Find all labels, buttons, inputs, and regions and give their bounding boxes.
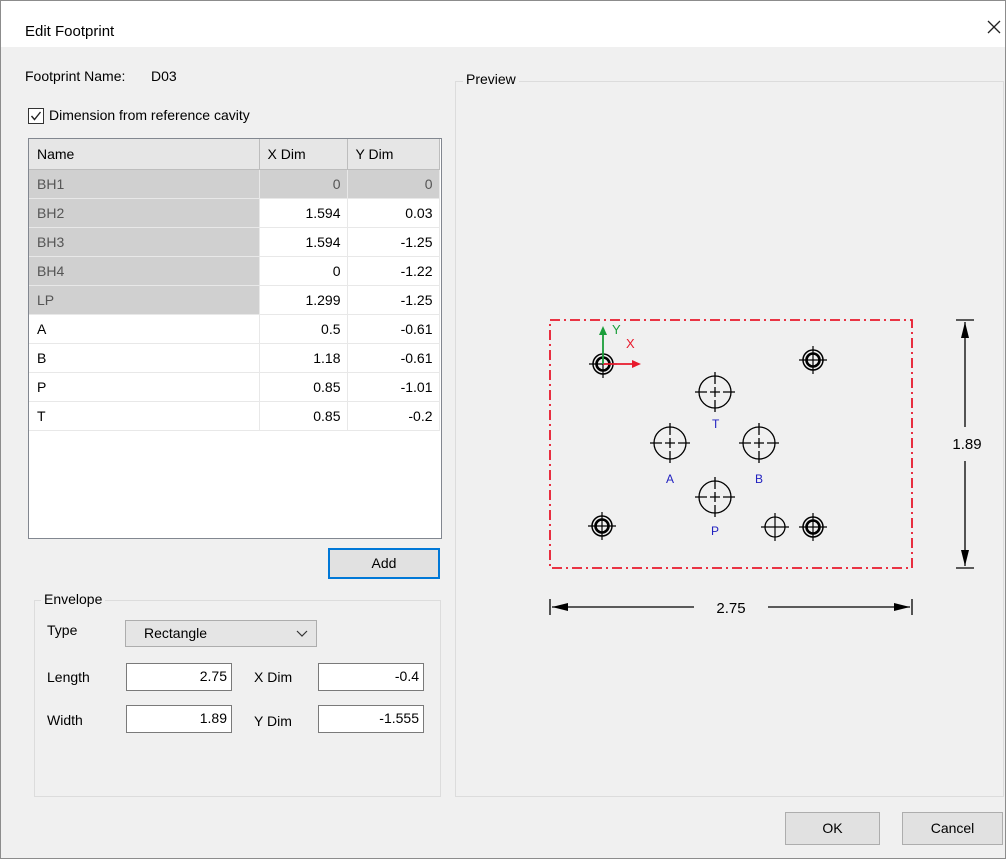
cell-name[interactable]: T [29, 401, 260, 431]
table-row[interactable]: BH1 0 0 [29, 169, 440, 199]
cavity-p-icon [694, 476, 736, 518]
cell-y-dim[interactable]: 0.03 [347, 198, 440, 228]
x-dim-input[interactable]: -0.4 [318, 663, 424, 691]
cell-y-dim[interactable]: 0 [347, 169, 440, 199]
cavity-b-icon [738, 422, 780, 464]
header-y-dim[interactable]: Y Dim [347, 139, 440, 170]
width-input[interactable]: 1.89 [126, 705, 232, 733]
footprint-preview-canvas: T A B P X Y 2.75 1.89 [549, 319, 982, 617]
bh2-hole-icon [797, 344, 829, 376]
cell-x-dim[interactable]: 1.299 [259, 285, 348, 315]
window-title: Edit Footprint [25, 23, 115, 40]
preview-group-label: Preview [463, 71, 519, 87]
envelope-group-label: Envelope [41, 591, 106, 607]
y-dim-label: Y Dim [254, 713, 292, 729]
table-row[interactable]: LP 1.299 -1.25 [29, 285, 440, 315]
cavity-grid[interactable]: Name X Dim Y Dim BH1 0 0 BH2 1.594 0.03 … [28, 138, 442, 539]
cell-x-dim[interactable]: 1.594 [259, 198, 348, 228]
chevron-down-icon [296, 630, 308, 637]
cell-x-dim[interactable]: 0.5 [259, 314, 348, 344]
header-name[interactable]: Name [29, 139, 260, 170]
length-input[interactable]: 2.75 [126, 663, 232, 691]
table-row[interactable]: A 0.5 -0.61 [29, 314, 440, 344]
cell-name[interactable]: P [29, 372, 260, 402]
lp-cavity-icon [760, 512, 790, 542]
cell-x-dim[interactable]: 1.18 [259, 343, 348, 373]
cell-name[interactable]: BH4 [29, 256, 260, 286]
length-dimension-value: 2.75 [716, 600, 745, 617]
cell-x-dim[interactable]: 0 [259, 256, 348, 286]
y-axis-label: Y [612, 322, 621, 337]
cavity-table: Name X Dim Y Dim BH1 0 0 BH2 1.594 0.03 … [29, 139, 440, 431]
cell-name[interactable]: BH1 [29, 169, 260, 199]
add-button[interactable]: Add [328, 548, 440, 579]
preview-group: T A B P X Y 2.75 1.89 [455, 81, 1004, 797]
table-row[interactable]: T 0.85 -0.2 [29, 401, 440, 431]
cell-y-dim[interactable]: -1.22 [347, 256, 440, 286]
type-select-value: Rectangle [144, 625, 208, 641]
grid-header-row: Name X Dim Y Dim [29, 139, 440, 170]
table-row[interactable]: BH2 1.594 0.03 [29, 198, 440, 228]
cell-y-dim[interactable]: -1.25 [347, 285, 440, 315]
cell-name[interactable]: LP [29, 285, 260, 315]
cavity-label-p: P [711, 524, 719, 538]
cell-y-dim[interactable]: -0.61 [347, 314, 440, 344]
cell-x-dim[interactable]: 0 [259, 169, 348, 199]
x-dim-label: X Dim [254, 669, 293, 685]
cancel-button[interactable]: Cancel [902, 812, 1003, 845]
cell-x-dim[interactable]: 0.85 [259, 401, 348, 431]
table-row[interactable]: P 0.85 -1.01 [29, 372, 440, 402]
cell-y-dim[interactable]: -0.2 [347, 401, 440, 431]
cavity-label-t: T [712, 417, 720, 431]
cell-y-dim[interactable]: -0.61 [347, 343, 440, 373]
title-bar: Edit Footprint [1, 1, 1005, 47]
close-icon[interactable] [983, 16, 1005, 38]
cavity-label-b: B [755, 472, 763, 486]
cell-name[interactable]: A [29, 314, 260, 344]
cell-x-dim[interactable]: 0.85 [259, 372, 348, 402]
cavity-t-icon [694, 371, 736, 413]
x-axis-arrowhead [632, 360, 641, 368]
length-label: Length [47, 669, 90, 685]
cell-name[interactable]: BH3 [29, 227, 260, 257]
cell-y-dim[interactable]: -1.01 [347, 372, 440, 402]
ok-button[interactable]: OK [785, 812, 880, 845]
table-row[interactable]: BH4 0 -1.22 [29, 256, 440, 286]
dimension-reference-label[interactable]: Dimension from reference cavity [49, 107, 250, 123]
footprint-name-value: D03 [151, 68, 177, 84]
checkmark-icon [30, 111, 42, 121]
y-axis-arrowhead [599, 326, 607, 335]
dimension-reference-checkbox[interactable] [28, 108, 44, 124]
cell-y-dim[interactable]: -1.25 [347, 227, 440, 257]
bh4-hole-icon [586, 510, 618, 542]
bh3-hole-icon [797, 511, 829, 543]
y-dim-input[interactable]: -1.555 [318, 705, 424, 733]
cavity-a-icon [649, 422, 691, 464]
footprint-name-label: Footprint Name: [25, 68, 126, 84]
edit-footprint-dialog: Edit Footprint Footprint Name: D03 Dimen… [0, 0, 1006, 859]
x-axis-label: X [626, 336, 635, 351]
type-select[interactable]: Rectangle [125, 620, 317, 647]
width-dimension-value: 1.89 [952, 436, 981, 453]
cell-x-dim[interactable]: 1.594 [259, 227, 348, 257]
cell-name[interactable]: BH2 [29, 198, 260, 228]
cell-name[interactable]: B [29, 343, 260, 373]
cavity-label-a: A [666, 472, 674, 486]
type-label: Type [47, 622, 78, 638]
width-label: Width [47, 712, 83, 728]
table-row[interactable]: B 1.18 -0.61 [29, 343, 440, 373]
table-row[interactable]: BH3 1.594 -1.25 [29, 227, 440, 257]
header-x-dim[interactable]: X Dim [259, 139, 348, 170]
